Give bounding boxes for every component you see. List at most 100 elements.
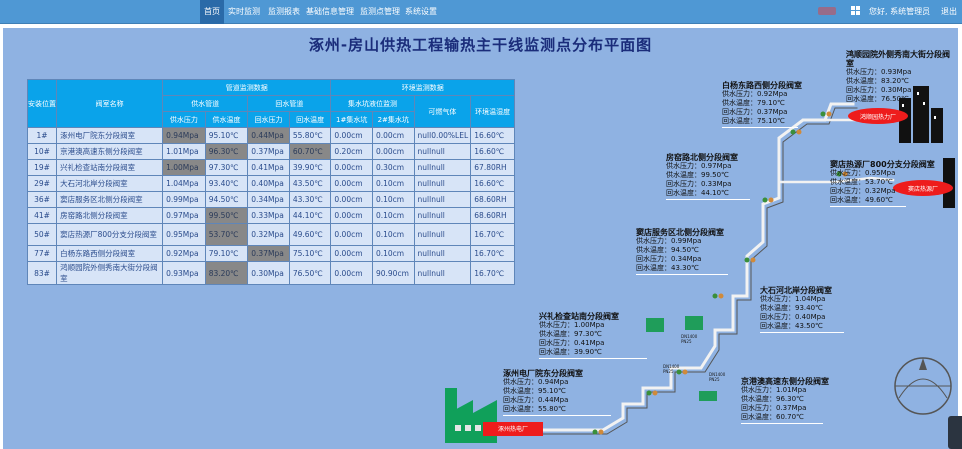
return-temp-cell: 49.60℃ bbox=[288, 223, 332, 246]
station-50[interactable]: 窦店热源厂800分支分段阀室 供水压力：0.95Mpa 供水温度：53.70℃ … bbox=[830, 160, 935, 207]
supply-temp-cell: 95.10℃ bbox=[204, 127, 249, 144]
side-panel-toggle[interactable] bbox=[948, 416, 962, 449]
env-temp-cell: 68.60RH bbox=[470, 207, 515, 224]
env-temp-cell: 16.70℃ bbox=[470, 261, 515, 285]
pit2-cell: 0.10cm bbox=[371, 245, 415, 262]
return-pressure-cell: 0.40Mpa bbox=[247, 175, 290, 192]
env-temp-cell: 67.80RH bbox=[470, 159, 515, 176]
env-temp-cell: 16.60℃ bbox=[470, 127, 515, 144]
supply-pressure-cell: 1.01Mpa bbox=[162, 143, 206, 160]
table-row[interactable]: 10# 京港澳高速东侧分段阀室 1.01Mpa 96.30℃ 0.37Mpa 60.70℃… bbox=[26, 143, 515, 160]
logout-link[interactable]: 退出 bbox=[941, 0, 957, 24]
header-pit2: 2#集水坑 bbox=[371, 111, 415, 128]
env-temp-cell: 16.70℃ bbox=[470, 223, 515, 246]
header-return: 回水管道 bbox=[247, 95, 332, 112]
env-temp-cell: 16.70℃ bbox=[470, 245, 515, 262]
station-29[interactable]: 大石河北岸分段阀室 供水压力：1.04Mpa 供水温度：93.40℃ 回水压力：… bbox=[760, 286, 844, 333]
supply-temp-cell: 83.20℃ bbox=[204, 261, 249, 285]
pos-cell: 10# bbox=[26, 143, 58, 160]
station-83[interactable]: 鸿顺园院外侧秀南大街分段阀室 供水压力：0.93Mpa 供水温度：83.20℃ … bbox=[846, 50, 952, 104]
gas-cell: nullnull bbox=[413, 143, 472, 160]
name-cell: 房窑路北侧分段阀室 bbox=[56, 207, 164, 224]
dn-label: DN1400 PN25 bbox=[663, 364, 680, 374]
pos-cell: 19# bbox=[26, 159, 58, 176]
pit2-cell: 0.10cm bbox=[371, 207, 415, 224]
dn-label: DN1400 PN25 bbox=[709, 372, 726, 382]
grid-icon[interactable] bbox=[851, 6, 860, 18]
supply-temp-cell: 94.50℃ bbox=[204, 191, 249, 208]
valve-box bbox=[646, 318, 664, 332]
nav-monitor-points[interactable]: 监测点管理 bbox=[360, 0, 400, 24]
return-pressure-cell: 0.32Mpa bbox=[247, 223, 290, 246]
pit2-cell: 0.10cm bbox=[371, 175, 415, 192]
return-temp-cell: 43.50℃ bbox=[288, 175, 332, 192]
name-cell: 兴礼检查站南分段阀室 bbox=[56, 159, 164, 176]
supply-pressure-cell: 0.95Mpa bbox=[162, 223, 206, 246]
page-title: 涿州-房山供热工程输热主干线监测点分布平面图 bbox=[308, 36, 653, 54]
header-pit1: 1#集水坑 bbox=[330, 111, 373, 128]
table-row[interactable]: 36# 窦店服务区北侧分段阀室 0.99Mpa 94.50℃ 0.34Mpa 43.30℃… bbox=[26, 191, 515, 208]
pit1-cell: 0.00cm bbox=[330, 207, 373, 224]
compass-icon bbox=[894, 357, 952, 415]
station-10[interactable]: 京港澳高速东侧分段阀室 供水压力：1.01Mpa 供水温度：96.30℃ 回水压… bbox=[741, 377, 829, 424]
station-41[interactable]: 房窑路北侧分段阀室 供水压力：0.97Mpa 供水温度：99.50℃ 回水压力：… bbox=[666, 153, 750, 200]
pos-cell: 1# bbox=[26, 127, 58, 144]
supply-pressure-cell: 0.94Mpa bbox=[162, 127, 206, 144]
station-36[interactable]: 窦店服务区北侧分段阀室 供水压力：0.99Mpa 供水温度：94.50℃ 回水压… bbox=[636, 228, 728, 275]
pit2-cell: 0.10cm bbox=[371, 223, 415, 246]
pos-cell: 36# bbox=[26, 191, 58, 208]
table-row[interactable]: 19# 兴礼检查站南分段阀室 1.00Mpa 97.30℃ 0.41Mpa 39.90℃ 0… bbox=[26, 159, 515, 176]
gas-cell: nullnull bbox=[413, 175, 472, 192]
header-return-pressure: 回水压力 bbox=[247, 111, 290, 128]
nav-home[interactable]: 首页 bbox=[200, 0, 224, 24]
nav-realtime[interactable]: 实时监测 bbox=[228, 0, 260, 24]
return-temp-cell: 39.90℃ bbox=[288, 159, 332, 176]
pit1-cell: 0.20cm bbox=[330, 143, 373, 160]
nav-basic-info[interactable]: 基础信息管理 bbox=[306, 0, 354, 24]
nav-report[interactable]: 监测报表 bbox=[268, 0, 300, 24]
table-row[interactable]: 1# 涿州电厂院东分段阀室 0.94Mpa 95.10℃ 0.44Mpa 55.80℃ 0.… bbox=[26, 127, 515, 144]
pit1-cell: 0.00cm bbox=[330, 223, 373, 246]
return-temp-cell: 60.70℃ bbox=[288, 143, 332, 160]
supply-temp-cell: 97.30℃ bbox=[204, 159, 249, 176]
name-cell: 窦店热源厂800分支分段阀室 bbox=[56, 223, 164, 246]
supply-pressure-cell: 0.93Mpa bbox=[162, 261, 206, 285]
header-supply: 供水管道 bbox=[162, 95, 249, 112]
env-temp-cell: 16.60℃ bbox=[470, 143, 515, 160]
gas-cell: null0.00%LEL bbox=[413, 127, 472, 144]
return-temp-cell: 43.30℃ bbox=[288, 191, 332, 208]
pit2-cell: 0.00cm bbox=[371, 143, 415, 160]
gas-cell: nullnull bbox=[413, 223, 472, 246]
valve-box bbox=[699, 391, 717, 401]
table-row[interactable]: 83# 鸿顺园院外侧秀南大街分段阀室 0.93Mpa 83.20℃ 0.30Mpa 76.… bbox=[26, 261, 515, 285]
header-pit: 集水坑液位监测 bbox=[330, 95, 415, 112]
table-row[interactable]: 29# 大石河北岸分段阀室 1.04Mpa 93.40℃ 0.40Mpa 43.50℃ 0.… bbox=[26, 175, 515, 192]
nav-settings[interactable]: 系统设置 bbox=[405, 0, 437, 24]
station-77[interactable]: 白杨东路西侧分段阀室 供水压力：0.92Mpa 供水温度：79.10℃ 回水压力… bbox=[722, 81, 802, 128]
header-supply-pressure: 供水压力 bbox=[162, 111, 206, 128]
header-pipe-group: 管道监测数据 bbox=[162, 79, 332, 96]
pit1-cell: 0.00cm bbox=[330, 159, 373, 176]
pit1-cell: 0.00cm bbox=[330, 127, 373, 144]
return-pressure-cell: 0.44Mpa bbox=[247, 127, 290, 144]
station-19[interactable]: 兴礼检查站南分段阀室 供水压力：1.00Mpa 供水温度：97.30℃ 回水压力… bbox=[539, 312, 647, 359]
table-row[interactable]: 77# 白杨东路西侧分段阀室 0.92Mpa 79.10℃ 0.37Mpa 75.10℃ 0… bbox=[26, 245, 515, 262]
station-1[interactable]: 涿州电厂院东分段阀室 供水压力：0.94Mpa 供水温度：95.10℃ 回水压力… bbox=[503, 369, 611, 416]
table-row[interactable]: 41# 房窑路北侧分段阀室 0.97Mpa 99.50℃ 0.33Mpa 44.10℃ 0.… bbox=[26, 207, 515, 224]
pit1-cell: 0.00cm bbox=[330, 245, 373, 262]
name-cell: 涿州电厂院东分段阀室 bbox=[56, 127, 164, 144]
pos-cell: 50# bbox=[26, 223, 58, 246]
alarm-icon[interactable] bbox=[818, 6, 836, 19]
gas-cell: nullnull bbox=[413, 261, 472, 285]
return-temp-cell: 55.80℃ bbox=[288, 127, 332, 144]
header-supply-temp: 供水温度 bbox=[204, 111, 249, 128]
pos-cell: 77# bbox=[26, 245, 58, 262]
valve-box bbox=[685, 316, 703, 330]
table-row[interactable]: 50# 窦店热源厂800分支分段阀室 0.95Mpa 53.70℃ 0.32Mpa 49.… bbox=[26, 223, 515, 246]
plant-label: 涿州热电厂 bbox=[497, 426, 528, 433]
dn-label: DN1400 PN25 bbox=[681, 334, 698, 344]
user-menu[interactable]: 您好, 系统管理员 bbox=[869, 0, 930, 24]
return-temp-cell: 44.10℃ bbox=[288, 207, 332, 224]
main-canvas: 涿州-房山供热工程输热主干线监测点分布平面图 安装位置 阀室名称 管道监测数据 … bbox=[3, 28, 958, 449]
gas-cell: nullnull bbox=[413, 159, 472, 176]
